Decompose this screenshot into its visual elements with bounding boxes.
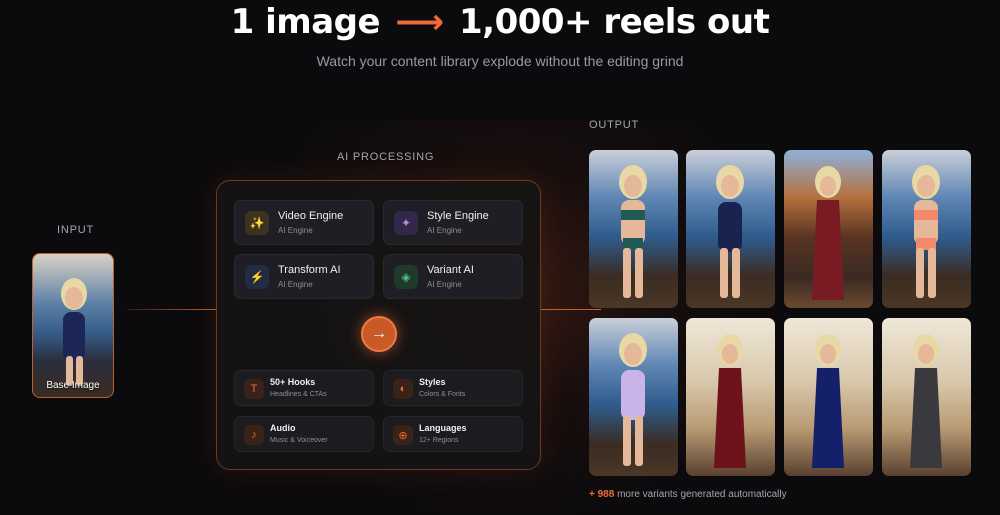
- base-image-caption: Base Image: [46, 380, 100, 391]
- feature-name: 50+ Hooks: [270, 377, 316, 387]
- more-variants-text: + 988 more variants generated automatica…: [589, 489, 787, 500]
- page-title: 1 image ⟶ 1,000+ reels out: [0, 2, 1000, 42]
- base-image-thumbnail: [61, 278, 87, 386]
- input-label: INPUT: [57, 224, 94, 236]
- arrow-right-icon: ⟶: [395, 2, 444, 42]
- ai-processing-panel: ✨ Video Engine AI Engine ✦ Style Engine …: [216, 180, 541, 470]
- layers-icon: ◈: [394, 265, 418, 289]
- feature-styles[interactable]: ◐ Styles Colors & Fonts: [383, 370, 523, 406]
- output-variant-2[interactable]: [686, 150, 775, 308]
- feature-sub: Music & Voiceover: [270, 437, 328, 444]
- engine-variant[interactable]: ◈ Variant AI AI Engine: [383, 254, 523, 299]
- feature-audio[interactable]: ♪ Audio Music & Voiceover: [234, 416, 374, 452]
- output-variant-8[interactable]: [882, 318, 971, 476]
- output-variant-4[interactable]: [882, 150, 971, 308]
- output-variant-3[interactable]: [784, 150, 873, 308]
- text-icon: T: [244, 379, 264, 399]
- globe-icon: ⊕: [393, 425, 413, 445]
- engine-name: Style Engine: [427, 210, 489, 222]
- more-variants-count: + 988: [589, 489, 615, 500]
- feature-name: Languages: [419, 423, 467, 433]
- process-arrow-button[interactable]: →: [361, 316, 397, 352]
- lightning-icon: ⚡: [245, 265, 269, 289]
- magic-wand-icon: ✦: [394, 211, 418, 235]
- engine-video[interactable]: ✨ Video Engine AI Engine: [234, 200, 374, 245]
- feature-name: Audio: [270, 423, 296, 433]
- base-image-card[interactable]: Base Image: [32, 253, 114, 398]
- palette-icon: ◐: [393, 379, 413, 399]
- feature-sub: Headlines & CTAs: [270, 391, 327, 398]
- output-variant-1[interactable]: [589, 150, 678, 308]
- connector-right: [541, 309, 601, 310]
- output-variant-6[interactable]: [686, 318, 775, 476]
- connector-left: [127, 309, 216, 310]
- engine-sub: AI Engine: [427, 280, 462, 289]
- feature-languages[interactable]: ⊕ Languages 12+ Regions: [383, 416, 523, 452]
- engine-name: Video Engine: [278, 210, 344, 222]
- engine-name: Variant AI: [427, 264, 474, 276]
- engine-transform[interactable]: ⚡ Transform AI AI Engine: [234, 254, 374, 299]
- engine-style[interactable]: ✦ Style Engine AI Engine: [383, 200, 523, 245]
- feature-sub: 12+ Regions: [419, 437, 459, 444]
- output-variant-7[interactable]: [784, 318, 873, 476]
- feature-name: Styles: [419, 377, 446, 387]
- engine-sub: AI Engine: [278, 226, 313, 235]
- engine-sub: AI Engine: [278, 280, 313, 289]
- more-variants-label: more variants generated automatically: [614, 489, 787, 500]
- sparkles-icon: ✨: [245, 211, 269, 235]
- feature-sub: Colors & Fonts: [419, 391, 466, 398]
- title-right: 1,000+ reels out: [459, 2, 770, 42]
- arrow-right-icon: →: [371, 325, 387, 342]
- page-subtitle: Watch your content library explode witho…: [316, 53, 684, 69]
- processing-label: AI PROCESSING: [337, 151, 435, 163]
- engine-sub: AI Engine: [427, 226, 462, 235]
- speaker-icon: ♪: [244, 425, 264, 445]
- title-left: 1 image: [230, 2, 381, 42]
- output-variant-5[interactable]: [589, 318, 678, 476]
- output-label: OUTPUT: [589, 119, 640, 131]
- feature-hooks[interactable]: T 50+ Hooks Headlines & CTAs: [234, 370, 374, 406]
- engine-name: Transform AI: [278, 264, 341, 276]
